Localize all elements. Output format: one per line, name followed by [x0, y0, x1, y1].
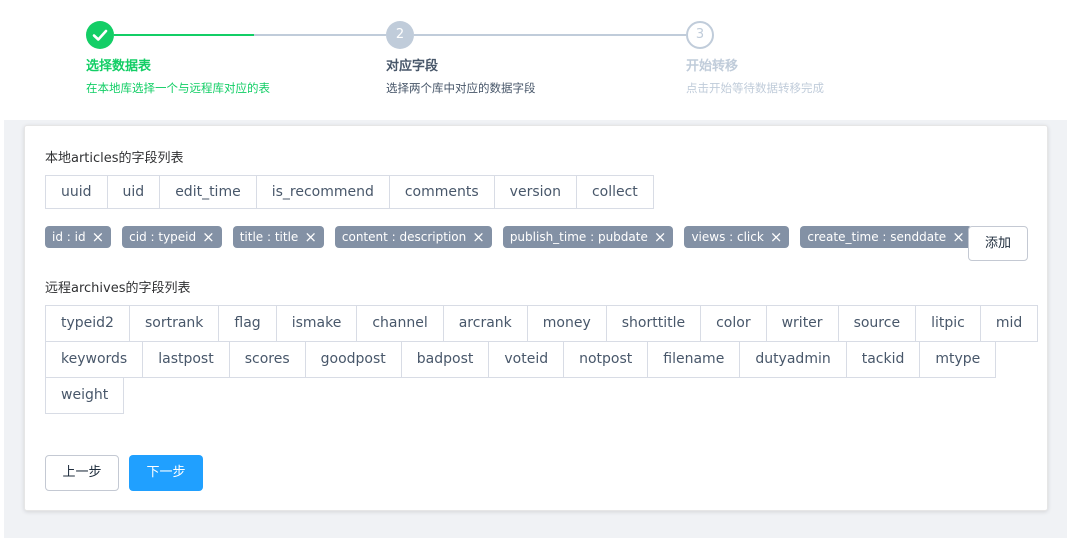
- remote-field-button[interactable]: mid: [979, 305, 1039, 342]
- step-line-next: [414, 34, 686, 36]
- field-mapping-card: 本地articles的字段列表 uuid uid edit_time is_re…: [24, 125, 1048, 511]
- mapping-tag-label: id : id: [52, 230, 86, 244]
- step-2-number: 2: [386, 21, 414, 49]
- step-3-number: 3: [686, 21, 714, 49]
- step-2-description: 选择两个库中对应的数据字段: [386, 81, 536, 95]
- remote-field-button[interactable]: ismake: [275, 305, 358, 342]
- remote-field-button[interactable]: color: [700, 305, 767, 342]
- remote-field-button[interactable]: dutyadmin: [739, 341, 847, 378]
- step-3-description: 点击开始等待数据转移完成: [686, 81, 824, 95]
- remote-field-button[interactable]: weight: [45, 377, 125, 414]
- local-field-button[interactable]: uid: [106, 175, 161, 209]
- close-icon[interactable]: ×: [472, 226, 485, 248]
- remote-field-button[interactable]: typeid2: [45, 305, 130, 342]
- step-1-description: 在本地库选择一个与远程库对应的表: [86, 81, 270, 95]
- close-icon[interactable]: ×: [92, 226, 105, 248]
- mapping-tag-label: content : description: [341, 230, 467, 244]
- step-line-pending: [254, 34, 386, 36]
- step-1-title: 选择数据表: [86, 59, 152, 74]
- remote-field-button[interactable]: notpost: [563, 341, 649, 378]
- step-1-check-icon: [86, 21, 114, 49]
- remote-field-button[interactable]: voteid: [488, 341, 565, 378]
- remote-field-button[interactable]: writer: [765, 305, 839, 342]
- remote-field-button[interactable]: badpost: [400, 341, 490, 378]
- remote-field-button[interactable]: lastpost: [142, 341, 230, 378]
- local-field-button[interactable]: uuid: [45, 175, 108, 209]
- local-fields-label: 本地articles的字段列表: [45, 151, 184, 166]
- mapping-tag: create_time : senddate ×: [800, 226, 972, 248]
- close-icon[interactable]: ×: [304, 226, 317, 248]
- mapping-tag: id : id ×: [45, 226, 112, 248]
- steps-header: [0, 0, 1067, 120]
- remote-field-button[interactable]: sortrank: [128, 305, 220, 342]
- prev-step-button[interactable]: 上一步: [45, 455, 119, 491]
- local-field-button[interactable]: edit_time: [159, 175, 257, 209]
- mapping-tag: content : description ×: [334, 226, 492, 248]
- remote-field-button[interactable]: mtype: [919, 341, 997, 378]
- local-field-list: uuid uid edit_time is_recommend comments…: [45, 175, 654, 209]
- add-mapping-button[interactable]: 添加: [968, 226, 1028, 261]
- remote-field-button[interactable]: shorttitle: [605, 305, 702, 342]
- mapping-tag-list: id : id × cid : typeid × title : title × co…: [45, 226, 983, 248]
- remote-field-button[interactable]: goodpost: [304, 341, 402, 378]
- remote-field-button[interactable]: flag: [218, 305, 277, 342]
- mapping-tag-label: cid : typeid: [129, 230, 197, 244]
- step-2-title: 对应字段: [386, 59, 439, 74]
- local-field-button[interactable]: is_recommend: [255, 175, 390, 209]
- remote-field-button[interactable]: arcrank: [442, 305, 528, 342]
- close-icon[interactable]: ×: [770, 226, 783, 248]
- remote-field-button[interactable]: money: [526, 305, 607, 342]
- local-field-button[interactable]: comments: [388, 175, 495, 209]
- close-icon[interactable]: ×: [952, 226, 965, 248]
- mapping-tag: title : title ×: [232, 226, 324, 248]
- next-step-button[interactable]: 下一步: [129, 455, 203, 491]
- remote-field-button[interactable]: scores: [228, 341, 306, 378]
- remote-field-button[interactable]: tackid: [845, 341, 921, 378]
- step-3-title: 开始转移: [686, 59, 739, 74]
- remote-field-button[interactable]: litpic: [915, 305, 981, 342]
- mapping-tag-label: title : title: [239, 230, 299, 244]
- remote-field-list: typeid2 sortrank flag ismake channel arc…: [45, 305, 1039, 414]
- mapping-tag: cid : typeid ×: [122, 226, 222, 248]
- mapping-tag: publish_time : pubdate ×: [502, 226, 674, 248]
- mapping-tag: views : click ×: [684, 226, 790, 248]
- close-icon[interactable]: ×: [202, 226, 215, 248]
- remote-field-button[interactable]: keywords: [45, 341, 144, 378]
- close-icon[interactable]: ×: [654, 226, 667, 248]
- local-field-button[interactable]: collect: [575, 175, 654, 209]
- remote-field-button[interactable]: source: [837, 305, 917, 342]
- step-line-done: [114, 34, 254, 36]
- remote-fields-label: 远程archives的字段列表: [45, 281, 191, 296]
- mapping-tag-label: publish_time : pubdate: [509, 230, 648, 244]
- remote-field-button[interactable]: filename: [647, 341, 741, 378]
- mapping-tag-label: views : click: [691, 230, 764, 244]
- mapping-tag-label: create_time : senddate: [807, 230, 947, 244]
- local-field-button[interactable]: version: [493, 175, 577, 209]
- remote-field-button[interactable]: channel: [356, 305, 444, 342]
